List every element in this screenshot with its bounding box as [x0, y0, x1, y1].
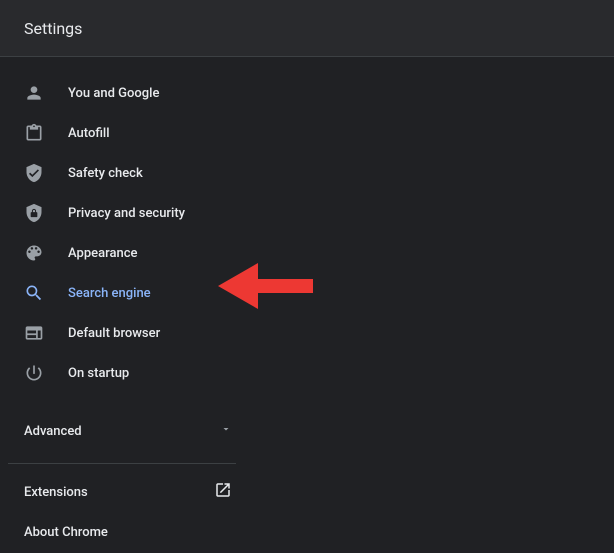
- about-label: About Chrome: [24, 525, 108, 540]
- shield-check-icon: [24, 163, 44, 183]
- sidebar-item-on-startup[interactable]: On startup: [0, 353, 256, 393]
- browser-icon: [24, 323, 44, 343]
- sidebar-item-label: Default browser: [68, 326, 160, 341]
- sidebar-item-safety-check[interactable]: Safety check: [0, 153, 256, 193]
- person-icon: [24, 83, 44, 103]
- chevron-down-icon: [220, 423, 232, 439]
- extensions-label: Extensions: [24, 485, 88, 500]
- page-title: Settings: [24, 19, 82, 38]
- sidebar-divider: [8, 463, 236, 464]
- palette-icon: [24, 243, 44, 263]
- sidebar-item-autofill[interactable]: Autofill: [0, 113, 256, 153]
- power-icon: [24, 363, 44, 383]
- shield-lock-icon: [24, 203, 44, 223]
- settings-header: Settings: [0, 0, 614, 57]
- search-icon: [24, 283, 44, 303]
- advanced-label: Advanced: [24, 424, 82, 439]
- sidebar-item-appearance[interactable]: Appearance: [0, 233, 256, 273]
- sidebar-item-you-and-google[interactable]: You and Google: [0, 73, 256, 113]
- sidebar-item-label: Autofill: [68, 126, 110, 141]
- sidebar-item-search-engine[interactable]: Search engine: [0, 273, 256, 313]
- sidebar-item-privacy-security[interactable]: Privacy and security: [0, 193, 256, 233]
- sidebar-item-label: On startup: [68, 366, 129, 381]
- sidebar-item-label: Appearance: [68, 246, 137, 261]
- sidebar-item-extensions[interactable]: Extensions: [0, 472, 256, 512]
- nav-list: You and Google Autofill Safety check Pri…: [0, 57, 256, 393]
- sidebar-item-label: You and Google: [68, 86, 159, 101]
- sidebar-item-default-browser[interactable]: Default browser: [0, 313, 256, 353]
- advanced-toggle[interactable]: Advanced: [0, 411, 256, 451]
- sidebar-item-about-chrome[interactable]: About Chrome: [0, 512, 256, 552]
- open-in-new-icon: [214, 481, 232, 503]
- sidebar-item-label: Privacy and security: [68, 206, 185, 221]
- settings-sidebar: You and Google Autofill Safety check Pri…: [0, 57, 256, 552]
- clipboard-icon: [24, 123, 44, 143]
- sidebar-item-label: Safety check: [68, 166, 143, 181]
- sidebar-item-label: Search engine: [68, 286, 151, 301]
